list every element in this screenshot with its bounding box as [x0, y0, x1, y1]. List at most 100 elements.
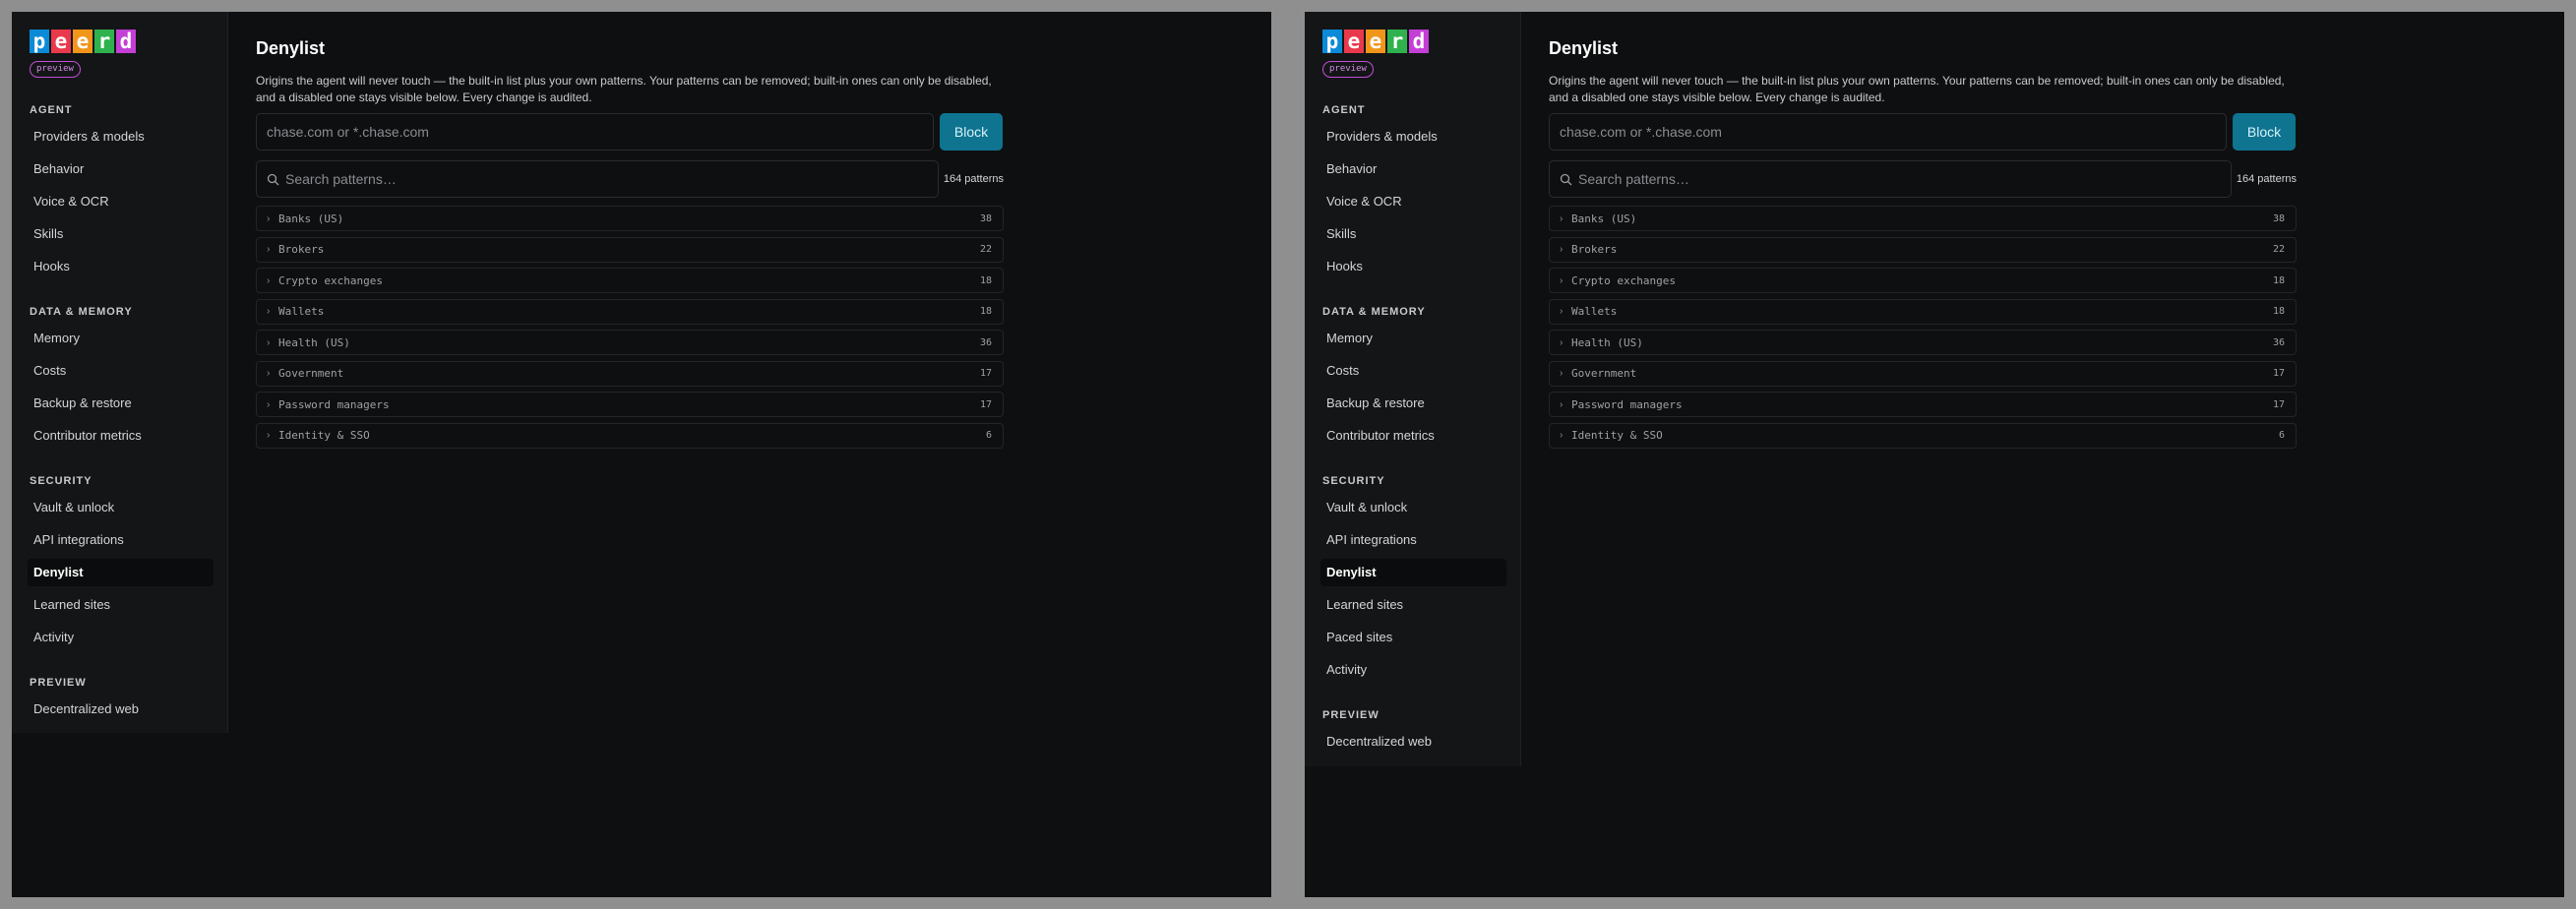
pattern-group-name: Identity & SSO	[278, 429, 370, 442]
page-title: Denylist	[1549, 38, 1619, 58]
sidebar-item-memory[interactable]: Memory	[28, 325, 214, 352]
pattern-group-count: 6	[985, 430, 992, 441]
pattern-group-name: Government	[1571, 367, 1637, 380]
pattern-input[interactable]	[256, 113, 934, 151]
pattern-group-row[interactable]: › Wallets 18	[256, 298, 1004, 325]
sidebar-item-behavior[interactable]: Behavior	[28, 155, 214, 183]
sidebar-item-learned-sites[interactable]: Learned sites	[28, 591, 214, 619]
pattern-group-name: Crypto exchanges	[1571, 273, 1676, 287]
chevron-right-icon: ›	[267, 430, 271, 441]
pattern-group-count: 38	[2272, 212, 2285, 224]
pattern-group-row[interactable]: › Health (US) 36	[256, 330, 1004, 355]
pattern-group-name: Banks (US)	[278, 212, 344, 225]
sidebar-item-voice-ocr[interactable]: Voice & OCR	[28, 188, 214, 215]
settings-window-left: peerd preview AGENT Providers & models Beh…	[12, 12, 1271, 897]
sidebar-item-vault-unlock[interactable]: Vault & unlock	[28, 494, 214, 521]
chevron-right-icon: ›	[1560, 212, 1564, 224]
sidebar: peerd preview AGENT Providers & models Beh…	[12, 12, 228, 733]
chevron-right-icon: ›	[267, 398, 271, 410]
logo-letter: e	[73, 30, 92, 53]
sidebar-item-costs[interactable]: Costs	[1320, 357, 1506, 385]
sidebar-item-api-integrations[interactable]: API integrations	[1320, 526, 1506, 554]
sidebar-item-decentralized-web[interactable]: Decentralized web	[1320, 728, 1506, 756]
sidebar-item-contributor-metrics[interactable]: Contributor metrics	[1320, 422, 1506, 450]
sidebar-item-activity[interactable]: Activity	[1320, 656, 1506, 684]
search-box[interactable]	[256, 160, 939, 198]
pattern-group-name: Banks (US)	[1571, 212, 1637, 225]
chevron-right-icon: ›	[1560, 244, 1564, 255]
pattern-group-row[interactable]: › Identity & SSO 6	[256, 422, 1004, 449]
pattern-group-name: Wallets	[1571, 305, 1618, 318]
sidebar-item-hooks[interactable]: Hooks	[1320, 253, 1506, 280]
pattern-group-count: 38	[979, 212, 992, 224]
main-content: Denylist Origins the agent will never to…	[256, 12, 1240, 454]
pattern-group-row[interactable]: › Password managers 17	[1549, 392, 2297, 417]
settings-window-right: peerd preview AGENT Providers & models Beh…	[1305, 12, 2564, 897]
pattern-input[interactable]	[1549, 113, 2227, 151]
sidebar-item-hooks[interactable]: Hooks	[28, 253, 214, 280]
pattern-group-row[interactable]: › Brokers 22	[256, 236, 1004, 263]
logo-letter: p	[30, 30, 49, 53]
logo-letter: d	[1409, 30, 1429, 53]
sidebar-item-contributor-metrics[interactable]: Contributor metrics	[28, 422, 214, 450]
pattern-count: 164 patterns	[943, 173, 1004, 185]
search-row: 164 patterns	[256, 160, 1004, 198]
pattern-group-row[interactable]: › Crypto exchanges 18	[256, 268, 1004, 293]
pattern-groups: › Banks (US) 38 › Brokers 22 › Crypto exchanges…	[1549, 206, 2297, 449]
sidebar-item-providers-models[interactable]: Providers & models	[1320, 123, 1506, 151]
pattern-group-count: 18	[2272, 274, 2285, 286]
sidebar-item-memory[interactable]: Memory	[1320, 325, 1506, 352]
sidebar-item-learned-sites[interactable]: Learned sites	[1320, 591, 1506, 619]
logo-letter: e	[1366, 30, 1385, 53]
pattern-group-row[interactable]: › Identity & SSO 6	[1549, 422, 2297, 449]
sidebar-section-title: AGENT	[1322, 104, 1366, 116]
block-button[interactable]: Block	[2233, 113, 2296, 151]
sidebar-item-costs[interactable]: Costs	[28, 357, 214, 385]
chevron-right-icon: ›	[1560, 430, 1564, 441]
search-input[interactable]	[1572, 161, 2231, 197]
sidebar-section-title: DATA & MEMORY	[30, 306, 133, 318]
pattern-group-count: 18	[979, 306, 992, 317]
pattern-group-row[interactable]: › Wallets 18	[1549, 298, 2297, 325]
sidebar-item-vault-unlock[interactable]: Vault & unlock	[1320, 494, 1506, 521]
page-description: Origins the agent will never touch — the…	[1549, 74, 2285, 104]
pattern-group-row[interactable]: › Password managers 17	[256, 392, 1004, 417]
pattern-group-row[interactable]: › Banks (US) 38	[256, 206, 1004, 231]
main-content: Denylist Origins the agent will never to…	[1549, 12, 2533, 454]
sidebar-item-skills[interactable]: Skills	[1320, 220, 1506, 248]
sidebar-item-activity[interactable]: Activity	[28, 624, 214, 651]
logo-letter: e	[51, 30, 71, 53]
pattern-group-row[interactable]: › Banks (US) 38	[1549, 206, 2297, 231]
sidebar-item-backup-restore[interactable]: Backup & restore	[28, 390, 214, 417]
pattern-group-name: Brokers	[1571, 243, 1618, 256]
pattern-group-row[interactable]: › Brokers 22	[1549, 236, 2297, 263]
sidebar-item-backup-restore[interactable]: Backup & restore	[1320, 390, 1506, 417]
sidebar-item-providers-models[interactable]: Providers & models	[28, 123, 214, 151]
search-icon	[1560, 173, 1572, 185]
sidebar-item-voice-ocr[interactable]: Voice & OCR	[1320, 188, 1506, 215]
pattern-group-name: Health (US)	[278, 335, 350, 349]
pattern-group-row[interactable]: › Government 17	[1549, 360, 2297, 387]
pattern-group-row[interactable]: › Health (US) 36	[1549, 330, 2297, 355]
logo-letter: r	[1387, 30, 1407, 53]
sidebar-item-denylist[interactable]: Denylist	[1320, 559, 1506, 586]
logo-letter: r	[94, 30, 114, 53]
block-button[interactable]: Block	[940, 113, 1003, 151]
sidebar: peerd preview AGENT Providers & models Beh…	[1305, 12, 1521, 766]
pattern-group-count: 22	[979, 244, 992, 255]
sidebar-item-api-integrations[interactable]: API integrations	[28, 526, 214, 554]
chevron-right-icon: ›	[1560, 398, 1564, 410]
pattern-group-row[interactable]: › Government 17	[256, 360, 1004, 387]
sidebar-section-title: SECURITY	[30, 475, 92, 487]
search-input[interactable]	[279, 161, 938, 197]
pattern-group-count: 18	[979, 274, 992, 286]
pattern-group-row[interactable]: › Crypto exchanges 18	[1549, 268, 2297, 293]
sidebar-item-behavior[interactable]: Behavior	[1320, 155, 1506, 183]
sidebar-item-denylist[interactable]: Denylist	[28, 559, 214, 586]
logo-letter: e	[1344, 30, 1364, 53]
sidebar-item-decentralized-web[interactable]: Decentralized web	[28, 696, 214, 723]
preview-badge: preview	[1322, 61, 1374, 78]
sidebar-item-paced-sites[interactable]: Paced sites	[1320, 624, 1506, 651]
sidebar-item-skills[interactable]: Skills	[28, 220, 214, 248]
search-box[interactable]	[1549, 160, 2232, 198]
